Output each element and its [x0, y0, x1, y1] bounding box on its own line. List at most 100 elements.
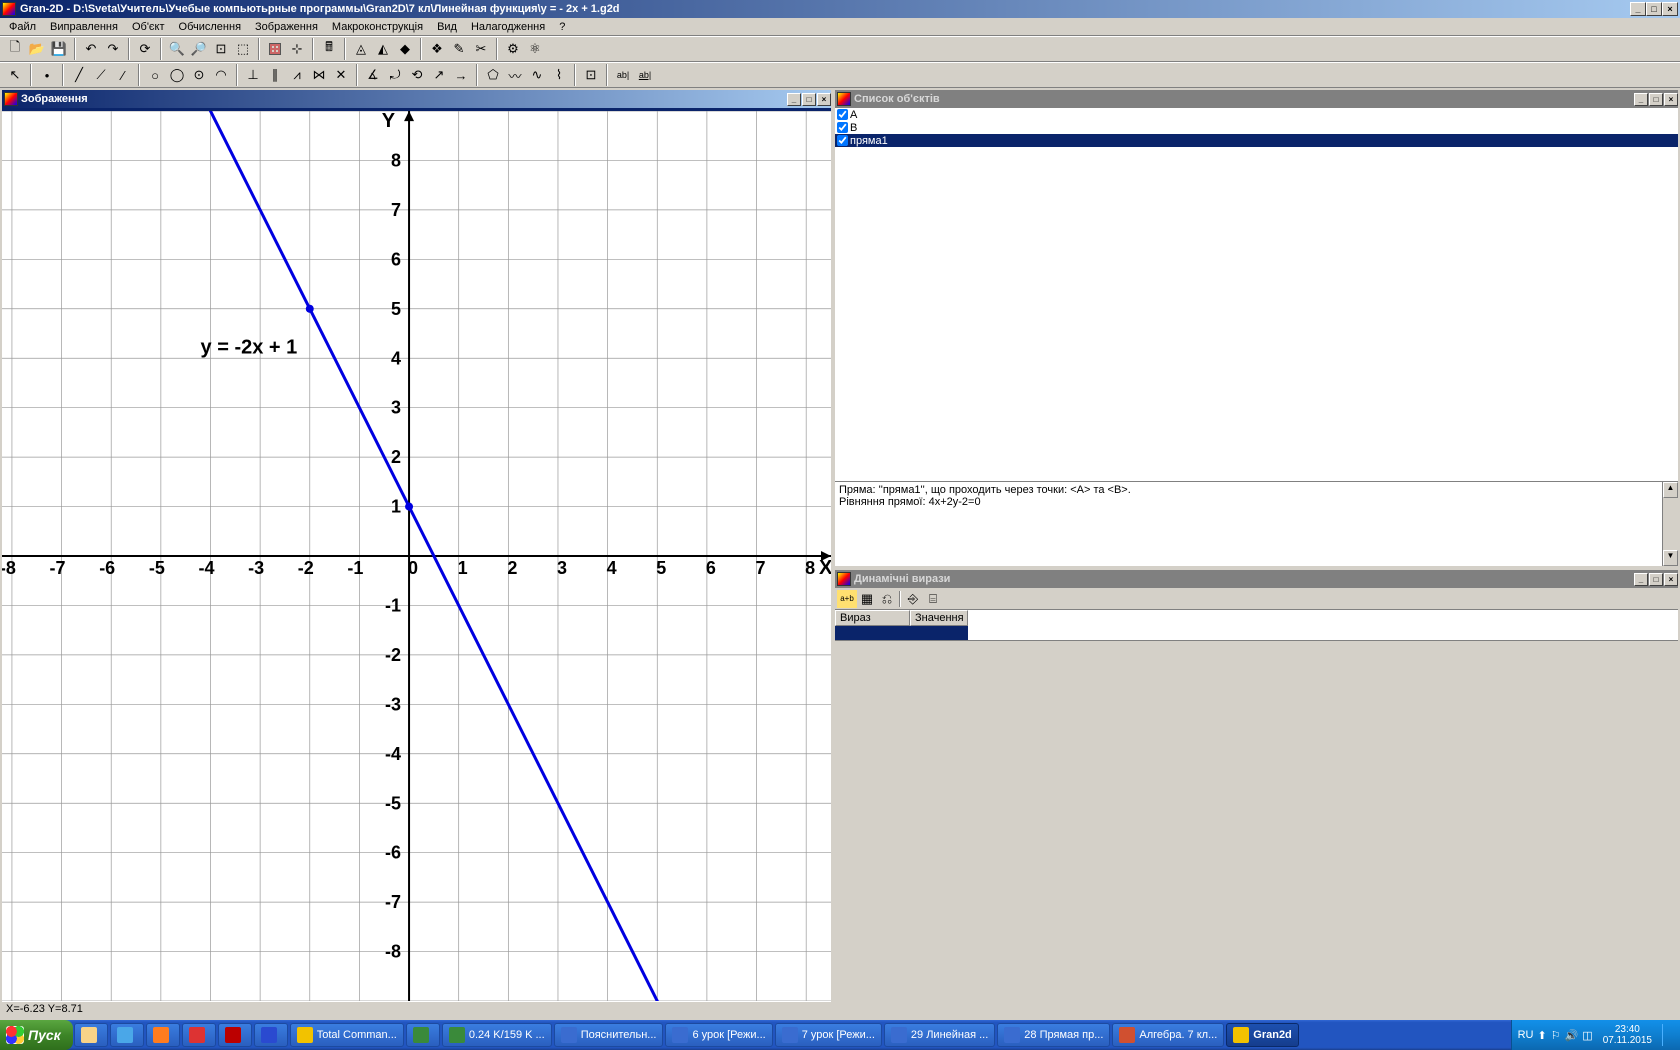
- start-button[interactable]: Пуск: [0, 1020, 73, 1050]
- info-scrollbar[interactable]: ▲ ▼: [1662, 482, 1678, 566]
- taskbar-item[interactable]: 29 Линейная ...: [884, 1023, 995, 1047]
- objects-list[interactable]: ABпряма1: [835, 108, 1678, 481]
- object-row[interactable]: пряма1: [835, 134, 1678, 147]
- object-row[interactable]: A: [835, 108, 1678, 121]
- menu-виправлення[interactable]: Виправлення: [43, 20, 125, 34]
- taskbar-item[interactable]: 0.24 K/159 K ...: [442, 1023, 552, 1047]
- save-file-button[interactable]: 💾: [48, 38, 70, 60]
- point-tool[interactable]: •: [36, 64, 58, 86]
- object-row[interactable]: B: [835, 121, 1678, 134]
- taskbar-item[interactable]: [406, 1023, 440, 1047]
- panel-maximize-button[interactable]: □: [802, 93, 816, 106]
- menu-?[interactable]: ?: [552, 20, 572, 34]
- panel-close-button[interactable]: ×: [1664, 573, 1678, 586]
- panel-minimize-button[interactable]: _: [1634, 573, 1648, 586]
- menu-макроконструкція[interactable]: Макроконструкція: [325, 20, 430, 34]
- ray-tool[interactable]: ⟋: [90, 64, 112, 86]
- tray-clock[interactable]: 23:40 07.11.2015: [1597, 1024, 1658, 1046]
- select-tool[interactable]: ↖: [4, 64, 26, 86]
- tool-b-button[interactable]: ◭: [372, 38, 394, 60]
- panel-minimize-button[interactable]: _: [1634, 93, 1648, 106]
- midpoint-tool[interactable]: ⋈: [308, 64, 330, 86]
- tray-show-desktop[interactable]: [1662, 1024, 1674, 1046]
- taskbar-item[interactable]: Пояснительн...: [554, 1023, 664, 1047]
- panel-maximize-button[interactable]: □: [1649, 93, 1663, 106]
- open-file-button[interactable]: 📂: [26, 38, 48, 60]
- line-tool[interactable]: ∕: [112, 64, 134, 86]
- zoom-out-button[interactable]: 🔎: [188, 38, 210, 60]
- curve-tool[interactable]: 〰: [504, 64, 526, 86]
- zoom-fit-button[interactable]: ⊡: [210, 38, 232, 60]
- function-tool[interactable]: ∿: [526, 64, 548, 86]
- panel-minimize-button[interactable]: _: [787, 93, 801, 106]
- menu-обчислення[interactable]: Обчислення: [172, 20, 249, 34]
- taskbar-item[interactable]: Алгебра. 7 кл...: [1112, 1023, 1224, 1047]
- menu-зображення[interactable]: Зображення: [248, 20, 325, 34]
- taskbar-item[interactable]: [182, 1023, 216, 1047]
- vector-tool[interactable]: →: [450, 64, 472, 86]
- taskbar-item[interactable]: 7 урок [Режи...: [775, 1023, 882, 1047]
- tool-f-button[interactable]: ✂: [470, 38, 492, 60]
- parallel-tool[interactable]: ∥: [264, 64, 286, 86]
- refresh-button[interactable]: ⟳: [134, 38, 156, 60]
- tray-icon-1[interactable]: ⬆: [1537, 1029, 1546, 1042]
- system-tray[interactable]: RU ⬆ ⚐ 🔊 ◫ 23:40 07.11.2015: [1511, 1020, 1680, 1050]
- scroll-up-icon[interactable]: ▲: [1663, 482, 1678, 498]
- graph-panel-title[interactable]: Зображення _ □ ×: [2, 90, 831, 108]
- new-file-button[interactable]: 🗋: [4, 38, 26, 60]
- tool-e-button[interactable]: ✎: [448, 38, 470, 60]
- segment-tool[interactable]: ╱: [68, 64, 90, 86]
- intersect-tool[interactable]: ✕: [330, 64, 352, 86]
- expr-tool-2[interactable]: ⎌: [877, 590, 897, 608]
- taskbar-item[interactable]: [110, 1023, 144, 1047]
- object-checkbox[interactable]: [837, 135, 848, 146]
- taskbar-item[interactable]: Gran2d: [1226, 1023, 1299, 1047]
- arc-tool[interactable]: ◠: [210, 64, 232, 86]
- dynamic-row-selected[interactable]: [835, 626, 1678, 640]
- taskbar-item[interactable]: [146, 1023, 180, 1047]
- tray-icon-3[interactable]: ◫: [1582, 1029, 1592, 1042]
- axes-button[interactable]: ⊹: [286, 38, 308, 60]
- add-expr-button[interactable]: a+b: [837, 590, 857, 608]
- taskbar-item[interactable]: [254, 1023, 288, 1047]
- circle-tool[interactable]: ○: [144, 64, 166, 86]
- expr-tool-4[interactable]: ⌸: [923, 590, 943, 608]
- taskbar-item[interactable]: [218, 1023, 252, 1047]
- taskbar-item[interactable]: [74, 1023, 108, 1047]
- bisector-tool[interactable]: ⩘: [286, 64, 308, 86]
- close-button[interactable]: ×: [1662, 2, 1678, 16]
- grid-button[interactable]: [264, 38, 286, 60]
- minimize-button[interactable]: _: [1630, 2, 1646, 16]
- dynamic-panel-title[interactable]: Динамічні вирази _ □ ×: [835, 570, 1678, 588]
- graph-canvas[interactable]: -8-7-6-5-4-3-2-1012345678-8-7-6-5-4-3-2-…: [2, 108, 831, 1001]
- objects-panel-title[interactable]: Список об'єктів _ □ ×: [835, 90, 1678, 108]
- dynamic-col-expr[interactable]: Вираз: [835, 610, 910, 626]
- expr-tool-1[interactable]: ▦: [857, 590, 877, 608]
- panel-close-button[interactable]: ×: [817, 93, 831, 106]
- tool-c-button[interactable]: ◆: [394, 38, 416, 60]
- taskbar-item[interactable]: Total Comman...: [290, 1023, 404, 1047]
- tool-a-button[interactable]: ◬: [350, 38, 372, 60]
- calc-button[interactable]: 🖩: [318, 38, 340, 60]
- redo-button[interactable]: ↷: [102, 38, 124, 60]
- zoom-window-button[interactable]: ⬚: [232, 38, 254, 60]
- circle2-tool[interactable]: ◯: [166, 64, 188, 86]
- label-tool[interactable]: ab|: [634, 64, 656, 86]
- perp-tool[interactable]: ⊥: [242, 64, 264, 86]
- taskbar-item[interactable]: 6 урок [Режи...: [665, 1023, 772, 1047]
- menu-об'єкт[interactable]: Об'єкт: [125, 20, 172, 34]
- tray-icon-2[interactable]: ⚐: [1551, 1029, 1561, 1042]
- scroll-down-icon[interactable]: ▼: [1663, 550, 1678, 566]
- tool-d-button[interactable]: ❖: [426, 38, 448, 60]
- tool-h-button[interactable]: ⚛: [524, 38, 546, 60]
- measure-tool[interactable]: ⊡: [580, 64, 602, 86]
- angle-tool[interactable]: ∡: [362, 64, 384, 86]
- panel-close-button[interactable]: ×: [1664, 93, 1678, 106]
- undo-button[interactable]: ↶: [80, 38, 102, 60]
- tray-volume-icon[interactable]: 🔊: [1565, 1029, 1579, 1042]
- polygon-tool[interactable]: ⬠: [482, 64, 504, 86]
- translate-tool[interactable]: ↗: [428, 64, 450, 86]
- object-checkbox[interactable]: [837, 122, 848, 133]
- expr-tool-3[interactable]: ⎆: [903, 590, 923, 608]
- menu-вид[interactable]: Вид: [430, 20, 464, 34]
